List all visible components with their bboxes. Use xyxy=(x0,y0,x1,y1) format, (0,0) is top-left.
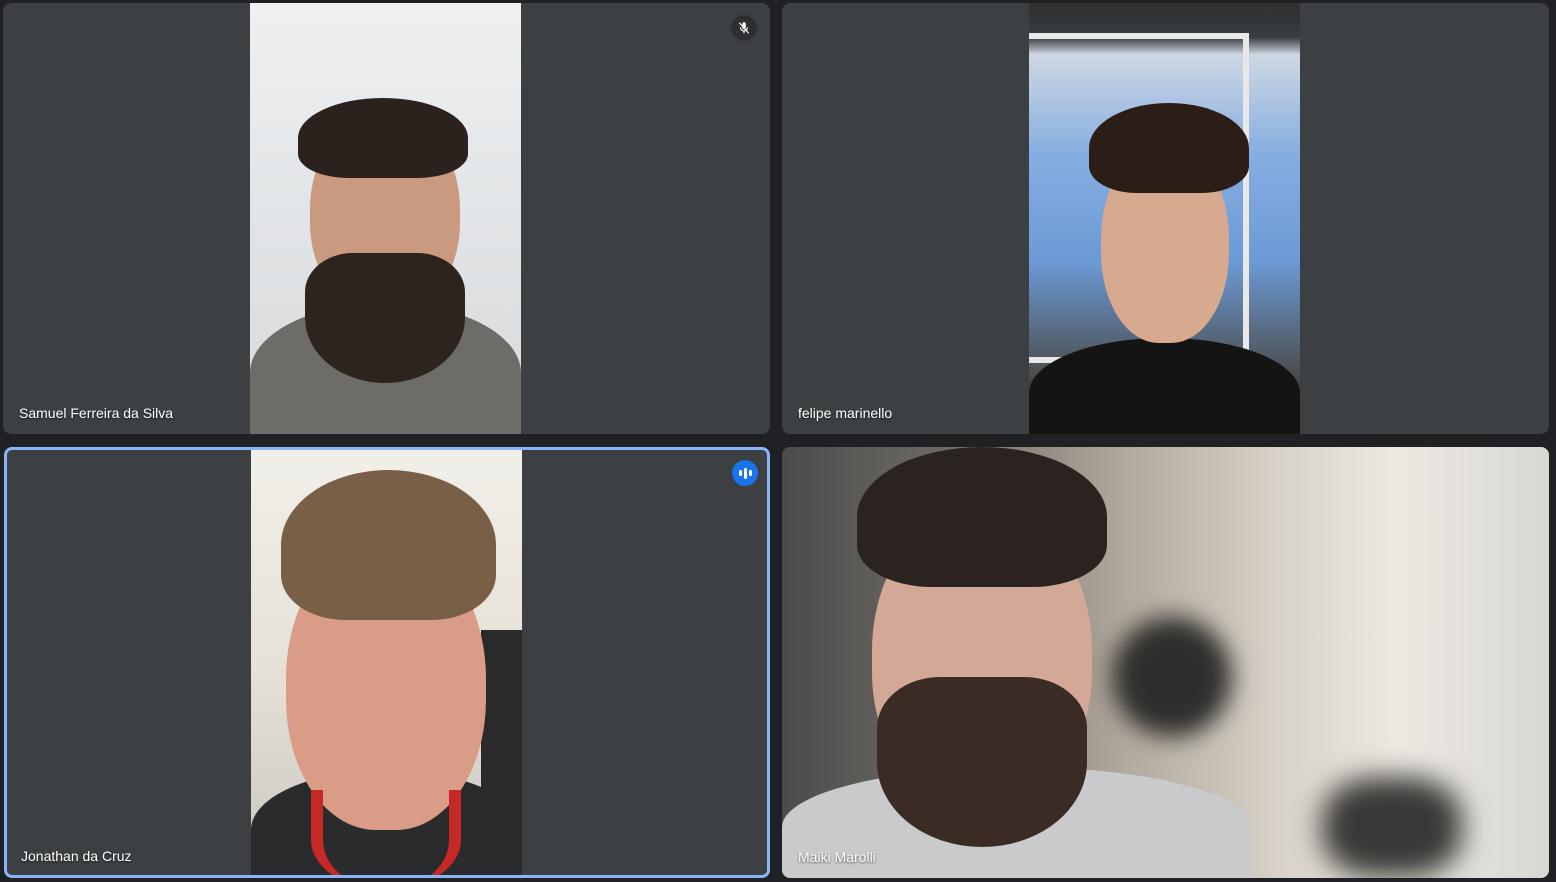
body-silhouette xyxy=(1029,338,1300,434)
participant-video xyxy=(251,450,522,875)
participant-name: felipe marinello xyxy=(798,405,893,421)
participant-name: Jonathan da Cruz xyxy=(21,848,132,864)
lanyard xyxy=(311,790,461,875)
participant-tile-jonathan[interactable]: Jonathan da Cruz xyxy=(4,447,770,878)
audio-level-icon xyxy=(732,460,758,486)
participant-name: Maiki Marolli xyxy=(798,849,876,865)
participant-tile-maiki[interactable]: Maiki Marolli xyxy=(782,447,1549,878)
hair-silhouette xyxy=(857,447,1107,587)
background-blur-object xyxy=(1112,617,1232,737)
participant-tile-samuel[interactable]: Samuel Ferreira da Silva xyxy=(3,3,770,434)
background-blur-object xyxy=(1322,777,1462,877)
mic-off-icon xyxy=(731,15,757,41)
hair-silhouette xyxy=(298,98,468,178)
participant-tile-felipe[interactable]: felipe marinello xyxy=(782,3,1549,434)
beard-silhouette xyxy=(877,677,1087,847)
beard-silhouette xyxy=(305,253,465,383)
participant-video xyxy=(782,447,1549,878)
hair-silhouette xyxy=(281,470,496,620)
participant-video xyxy=(1029,3,1300,434)
hair-silhouette xyxy=(1089,103,1249,193)
participant-name: Samuel Ferreira da Silva xyxy=(19,405,174,421)
participant-video xyxy=(250,3,521,434)
